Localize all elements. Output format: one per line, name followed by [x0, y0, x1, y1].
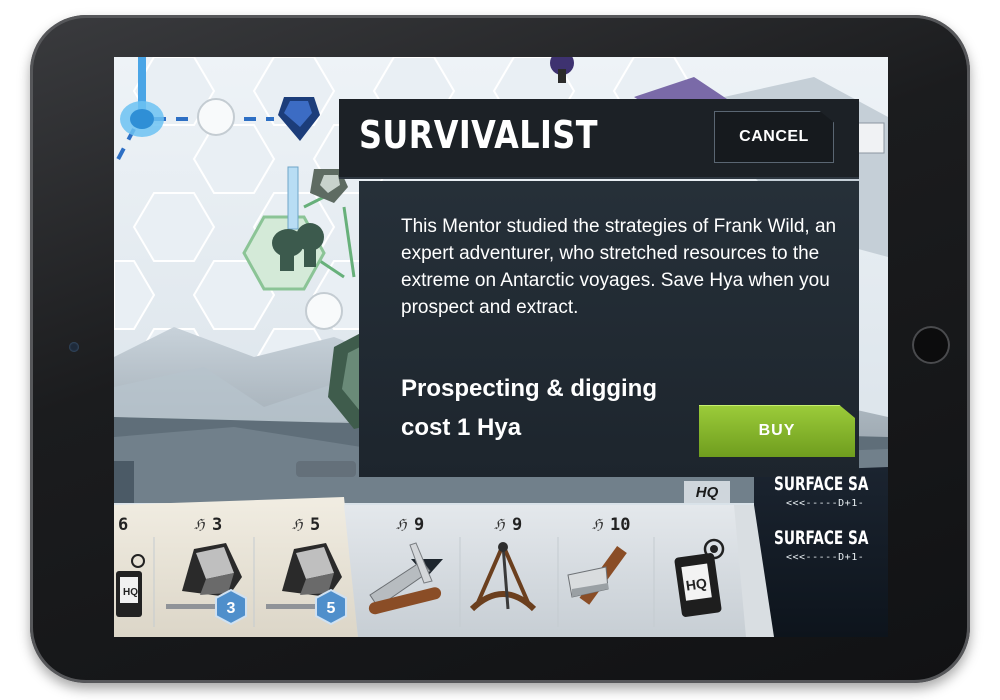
- buy-button[interactable]: BUY: [699, 405, 855, 457]
- surface-track-1: <<<-----D+1-: [786, 498, 865, 509]
- hya-icon: ℌ: [194, 517, 205, 533]
- hya-icon: ℌ: [396, 517, 407, 533]
- game-screen: SURVIVALIST CANCEL This Mentor studied t…: [114, 57, 888, 637]
- mentor-effect: Prospecting & digging cost 1 Hya: [401, 369, 701, 447]
- knife-icon[interactable]: [364, 541, 446, 621]
- hya-icon: ℌ: [494, 517, 505, 533]
- price-item-5: 10: [610, 515, 631, 535]
- cancel-button[interactable]: CANCEL: [714, 111, 834, 163]
- mentor-description: This Mentor studied the strategies of Fr…: [401, 216, 837, 318]
- svg-text:HQ: HQ: [685, 575, 708, 594]
- price-item-4: 9: [512, 515, 523, 535]
- radio-icon[interactable]: HQ: [670, 537, 734, 621]
- radio-icon[interactable]: HQ: [114, 547, 150, 627]
- hya-icon: ℌ: [292, 517, 303, 533]
- mentor-dialog: SURVIVALIST CANCEL This Mentor studied t…: [339, 99, 879, 577]
- hq-tab[interactable]: HQ: [684, 481, 730, 503]
- dialog-header: SURVIVALIST CANCEL: [339, 99, 859, 179]
- dialog-title: SURVIVALIST: [359, 113, 598, 157]
- dialog-body: This Mentor studied the strategies of Fr…: [359, 181, 859, 577]
- price-item-0: 6: [118, 515, 129, 535]
- front-camera: [69, 342, 79, 352]
- level-badge: 5: [315, 589, 347, 625]
- effect-line-1: Prospecting & digging: [401, 375, 657, 402]
- price-item-3: 9: [414, 515, 425, 535]
- effect-line-2: cost 1 Hya: [401, 414, 522, 441]
- surface-track-2: <<<-----D+1-: [786, 552, 865, 563]
- price-item-2: 5: [310, 515, 321, 535]
- home-button[interactable]: [912, 326, 950, 364]
- surface-label-2: SURFACE SA: [774, 527, 869, 549]
- surface-label-1: SURFACE SA: [774, 473, 869, 495]
- svg-text:HQ: HQ: [123, 587, 138, 598]
- level-badge: 3: [215, 589, 247, 625]
- sextant-icon[interactable]: [462, 539, 544, 621]
- price-item-1: 3: [212, 515, 223, 535]
- hya-icon: ℌ: [592, 517, 603, 533]
- hammer-icon[interactable]: [562, 537, 646, 621]
- svg-text:3: 3: [227, 600, 236, 617]
- svg-text:5: 5: [327, 600, 336, 617]
